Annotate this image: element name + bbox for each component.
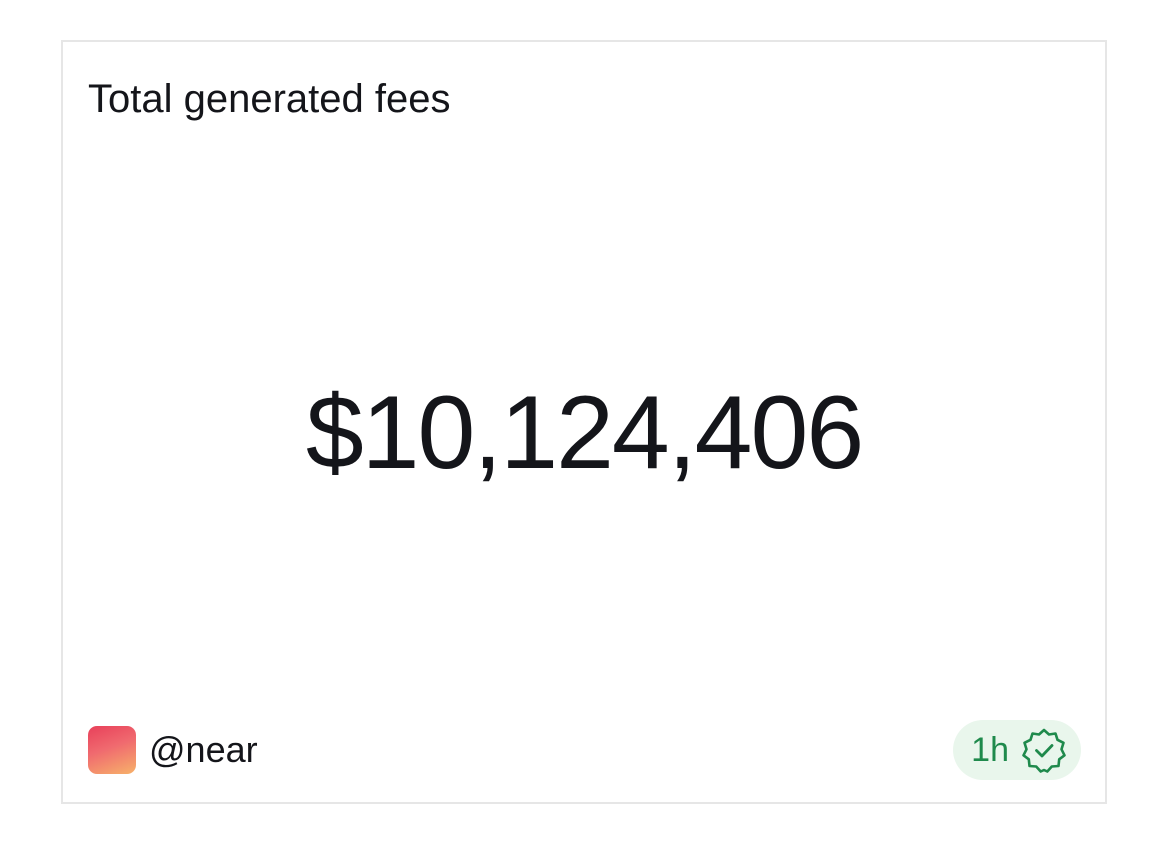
card-title: Total generated fees [88, 77, 451, 121]
verified-check-icon [1022, 728, 1066, 773]
badge-label: 1h [971, 731, 1009, 769]
metric-value: $10,124,406 [305, 375, 864, 491]
author[interactable]: @near [88, 726, 258, 774]
author-handle: @near [149, 729, 258, 770]
freshness-badge: 1h [953, 720, 1081, 780]
metric-card: Total generated fees $10,124,406 @near 1… [61, 40, 1107, 804]
avatar [88, 726, 136, 774]
